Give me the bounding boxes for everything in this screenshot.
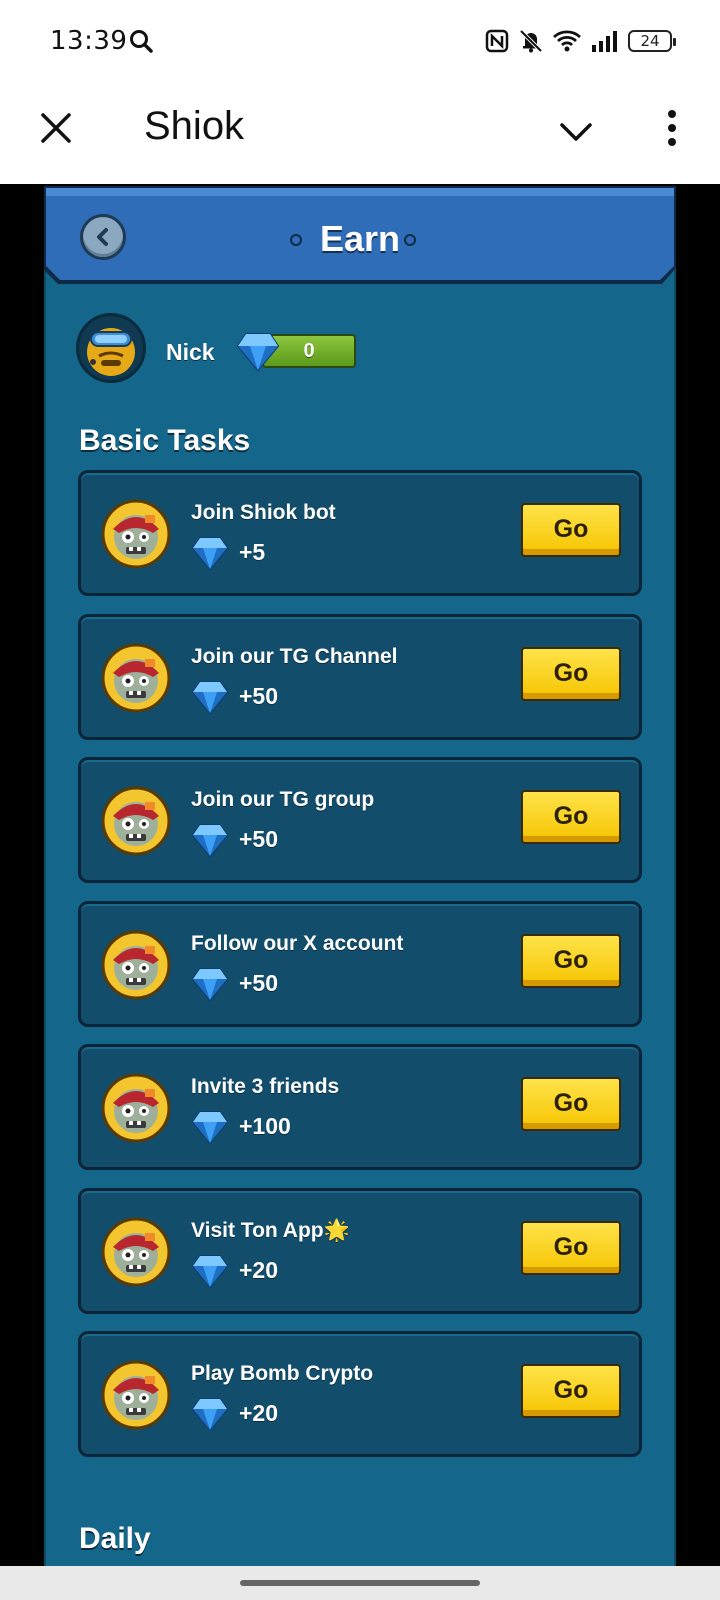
go-button[interactable]: Go [521, 1364, 621, 1418]
diamond-icon [191, 1253, 229, 1289]
zombie-avatar-icon [101, 643, 171, 713]
player-name: Nick [166, 339, 215, 365]
diamond-icon [191, 966, 229, 1002]
diamond-icon [236, 333, 280, 372]
task-label: Follow our X account [191, 931, 404, 955]
task-card: Invite 3 friends +100 Go [78, 1044, 642, 1170]
basic-tasks-heading: Basic Tasks [79, 424, 251, 457]
go-button[interactable]: Go [521, 503, 621, 557]
zombie-avatar-icon [101, 786, 171, 856]
go-button[interactable]: Go [521, 646, 621, 701]
system-nav-bar [0, 1566, 720, 1600]
go-button[interactable]: Go [521, 1220, 621, 1275]
diamond-icon [191, 1396, 229, 1432]
diamond-icon [191, 535, 229, 571]
home-gesture-handle[interactable] [240, 1580, 480, 1586]
app-title: Shiok [144, 104, 245, 148]
wifi-icon [553, 30, 581, 52]
battery-indicator: 24 [628, 30, 676, 52]
task-reward: +50 [239, 969, 279, 996]
task-label: Invite 3 friends [191, 1075, 340, 1098]
go-button[interactable]: Go [521, 1077, 621, 1131]
task-card: Play Bomb Crypto +20 Go [78, 1331, 642, 1457]
go-button[interactable]: Go [521, 933, 621, 988]
more-options-icon[interactable] [654, 106, 690, 150]
close-icon[interactable] [36, 108, 76, 148]
task-reward: +20 [239, 1400, 279, 1426]
app-bar: Shiok [0, 82, 720, 184]
task-label: Visit Ton App🌟 [191, 1218, 350, 1242]
task-label: Join our TG group [191, 788, 375, 811]
diamond-icon [191, 1109, 229, 1145]
chevron-down-icon[interactable] [556, 112, 596, 152]
zombie-avatar-icon [101, 930, 171, 1000]
task-reward: +50 [239, 826, 279, 852]
status-icons: 24 [484, 26, 676, 56]
task-card: Visit Ton App🌟 +20 Go [78, 1187, 642, 1314]
zombie-avatar-icon [101, 1217, 171, 1287]
player-avatar-icon [87, 328, 135, 376]
zombie-avatar-icon [101, 1360, 171, 1430]
task-card: Join Shiok bot +5 Go [78, 470, 642, 596]
task-reward: +50 [239, 682, 279, 709]
task-card: Join our TG group +50 Go [78, 757, 642, 883]
mute-bell-icon [519, 29, 543, 53]
daily-heading: Daily [79, 1522, 151, 1555]
zombie-avatar-icon [101, 499, 171, 569]
avatar [76, 313, 146, 383]
task-card: Follow our X account +50 Go [78, 900, 642, 1027]
task-label: Join our TG Channel [191, 644, 398, 668]
diamond-icon [191, 679, 229, 715]
signal-icon [592, 31, 617, 52]
status-time: 13:39 [50, 26, 128, 56]
task-card: Join our TG Channel +50 Go [78, 613, 642, 740]
zombie-avatar-icon [101, 1073, 171, 1143]
task-reward: +100 [239, 1113, 291, 1139]
gem-count: 0 [303, 340, 315, 362]
task-label: Join Shiok bot [191, 501, 336, 524]
earn-header: Earn [44, 186, 676, 292]
status-bar: 13:39 24 [0, 0, 720, 82]
search-icon [130, 30, 153, 53]
task-label: Play Bomb Crypto [191, 1362, 374, 1385]
page-title: Earn [319, 218, 401, 259]
nfc-icon [485, 29, 509, 53]
task-reward: +20 [239, 1256, 279, 1283]
go-button[interactable]: Go [521, 790, 621, 844]
task-reward: +5 [239, 539, 266, 565]
diamond-icon [191, 822, 229, 858]
